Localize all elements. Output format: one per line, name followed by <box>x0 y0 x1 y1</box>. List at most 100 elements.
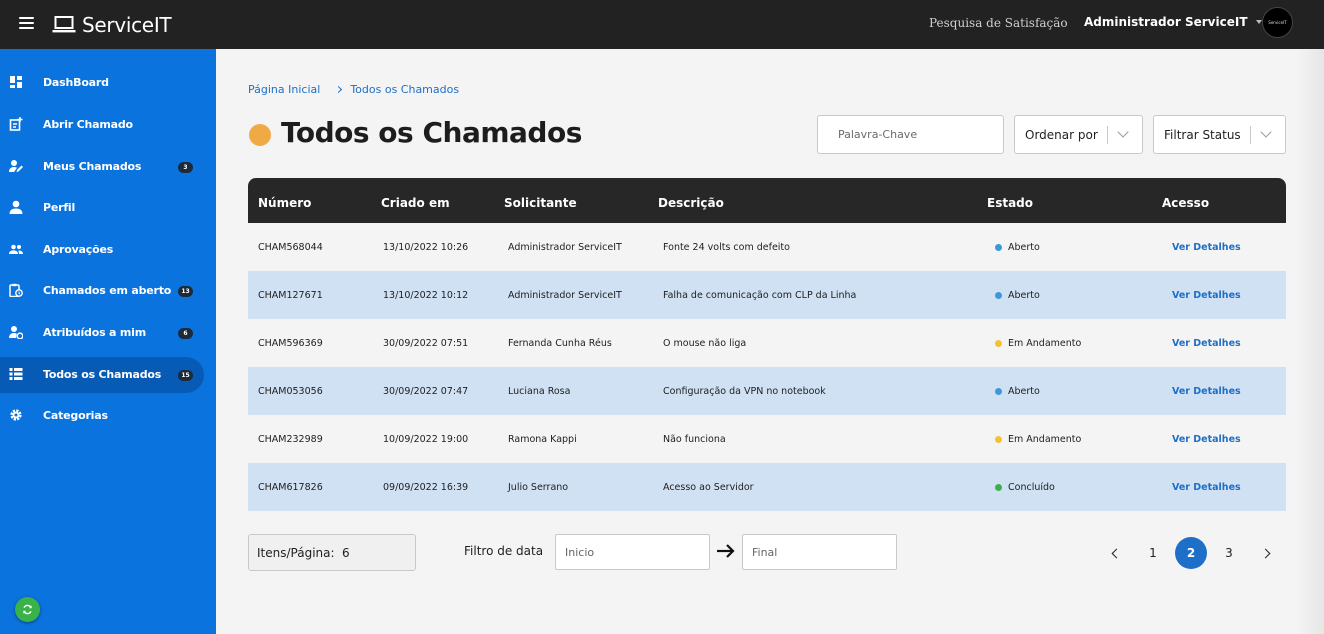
status-filter-label: Filtrar Status <box>1164 128 1241 142</box>
count-badge: 13 <box>178 286 193 297</box>
status-dot-icon <box>995 436 1002 443</box>
cell-criado-em: 30/09/2022 07:51 <box>383 338 469 349</box>
cell-estado: Aberto <box>995 386 1040 397</box>
pagination-next-button[interactable] <box>1251 537 1283 569</box>
date-start-input[interactable] <box>555 534 710 570</box>
cell-descricao: O mouse não liga <box>663 338 747 349</box>
dashboard-icon <box>10 76 22 88</box>
ver-detalhes-link[interactable]: Ver Detalhes <box>1172 434 1241 445</box>
status-dot-icon <box>995 340 1002 347</box>
cell-criado-em: 09/09/2022 16:39 <box>383 482 469 493</box>
top-bar: ServiceIT Pesquisa de Satisfação Adminis… <box>0 0 1324 49</box>
user-gear-icon <box>9 326 23 339</box>
user-name: Administrador ServiceIT <box>1084 15 1248 29</box>
cell-numero: CHAM232989 <box>258 434 323 445</box>
ver-detalhes-link[interactable]: Ver Detalhes <box>1172 242 1241 253</box>
cell-solicitante: Administrador ServiceIT <box>508 242 622 253</box>
order-by-select[interactable]: Ordenar por <box>1014 115 1143 154</box>
arrow-right-icon <box>717 544 735 558</box>
cell-estado: Aberto <box>995 290 1040 301</box>
ver-detalhes-link[interactable]: Ver Detalhes <box>1172 482 1241 493</box>
sidebar-item-perfil[interactable]: Perfil <box>0 190 204 226</box>
person-icon <box>9 200 23 214</box>
sidebar-item-label: Perfil <box>43 201 76 214</box>
cell-criado-em: 13/10/2022 10:26 <box>383 242 469 253</box>
sidebar-item-abrir-chamado[interactable]: Abrir Chamado <box>0 107 204 143</box>
column-header-acesso[interactable]: Acesso <box>1162 196 1209 210</box>
search-input[interactable] <box>817 115 1004 154</box>
cell-numero: CHAM053056 <box>258 386 323 397</box>
chevron-down-icon <box>1117 126 1129 138</box>
cell-descricao: Fonte 24 volts com defeito <box>663 242 790 253</box>
cell-solicitante: Administrador ServiceIT <box>508 290 622 301</box>
sidebar-item-categorias[interactable]: Categorias <box>0 398 204 434</box>
sidebar-item-aprovacoes[interactable]: Aprovações <box>0 232 204 268</box>
sidebar-item-label: Abrir Chamado <box>43 118 133 131</box>
cell-descricao: Não funciona <box>663 434 726 445</box>
cell-numero: CHAM596369 <box>258 338 323 349</box>
user-menu[interactable]: Administrador ServiceIT <box>1084 15 1262 29</box>
cell-criado-em: 30/09/2022 07:47 <box>383 386 469 397</box>
sidebar: DashBoard Abrir Chamado Meus Chamados 3 … <box>0 49 216 634</box>
cell-descricao: Falha de comunicação com CLP da Linha <box>663 290 857 301</box>
content-edge-shadow <box>1296 49 1324 634</box>
people-icon <box>9 244 23 254</box>
ver-detalhes-link[interactable]: Ver Detalhes <box>1172 338 1241 349</box>
status-dot-icon <box>995 388 1002 395</box>
column-header-numero[interactable]: Número <box>258 196 311 210</box>
sidebar-item-atribuidos-a-mim[interactable]: Atribuídos a mim 6 <box>0 315 204 351</box>
column-header-descricao[interactable]: Descrição <box>658 196 724 210</box>
table-row: CHAM053056 30/09/2022 07:47 Luciana Rosa… <box>248 367 1286 415</box>
pagination-page-1[interactable]: 1 <box>1137 537 1169 569</box>
brand-name[interactable]: ServiceIT <box>82 13 172 37</box>
sidebar-item-label: Categorias <box>43 409 108 422</box>
sidebar-item-chamados-em-aberto[interactable]: Chamados em aberto 13 <box>0 273 204 309</box>
table-row: CHAM596369 30/09/2022 07:51 Fernanda Cun… <box>248 319 1286 367</box>
ver-detalhes-link[interactable]: Ver Detalhes <box>1172 290 1241 301</box>
cell-solicitante: Luciana Rosa <box>508 386 571 397</box>
cell-estado: Em Andamento <box>995 434 1081 445</box>
pagination-page-2[interactable]: 2 <box>1175 537 1207 569</box>
sidebar-item-dashboard[interactable]: DashBoard <box>0 65 204 101</box>
sidebar-item-label: DashBoard <box>43 76 109 89</box>
chevron-right-icon <box>335 85 343 94</box>
status-text: Em Andamento <box>1008 434 1082 445</box>
avatar[interactable]: ServiceIT <box>1262 7 1293 38</box>
items-per-page-select[interactable]: Itens/Página: 6 <box>248 534 416 571</box>
status-filter-select[interactable]: Filtrar Status <box>1153 115 1286 154</box>
cell-solicitante: Ramona Kappi <box>508 434 577 445</box>
status-text: Em Andamento <box>1008 338 1082 349</box>
sidebar-item-todos-os-chamados[interactable]: Todos os Chamados 15 <box>0 357 204 393</box>
breadcrumb-current[interactable]: Todos os Chamados <box>350 83 459 96</box>
list-icon <box>9 368 23 380</box>
cell-estado: Aberto <box>995 242 1040 253</box>
date-filter-label: Filtro de data <box>464 544 544 558</box>
column-header-criado-em[interactable]: Criado em <box>381 196 450 210</box>
gear-icon <box>10 409 22 421</box>
breadcrumb-home-link[interactable]: Página Inicial <box>248 83 320 96</box>
status-text: Aberto <box>1008 386 1040 397</box>
clipboard-clock-icon <box>9 283 23 297</box>
ver-detalhes-link[interactable]: Ver Detalhes <box>1172 386 1241 397</box>
cell-estado: Em Andamento <box>995 338 1081 349</box>
date-end-input[interactable] <box>742 534 897 570</box>
sidebar-item-meus-chamados[interactable]: Meus Chamados 3 <box>0 149 204 185</box>
table-header: Número Criado em Solicitante Descrição E… <box>248 178 1286 223</box>
refresh-icon <box>23 604 32 615</box>
status-text: Concluído <box>1008 482 1055 493</box>
menu-icon[interactable] <box>19 17 34 29</box>
pagination-page-3[interactable]: 3 <box>1213 537 1245 569</box>
cell-numero: CHAM617826 <box>258 482 323 493</box>
survey-link[interactable]: Pesquisa de Satisfação <box>929 16 1068 30</box>
column-header-solicitante[interactable]: Solicitante <box>504 196 577 210</box>
column-header-estado[interactable]: Estado <box>987 196 1033 210</box>
cell-descricao: Acesso ao Servidor <box>663 482 754 493</box>
status-text: Aberto <box>1008 290 1040 301</box>
select-divider <box>1250 126 1251 144</box>
count-badge: 6 <box>178 328 193 339</box>
page-title: Todos os Chamados <box>281 116 582 149</box>
table-row: CHAM232989 10/09/2022 19:00 Ramona Kappi… <box>248 415 1286 463</box>
pagination-prev-button[interactable] <box>1099 537 1131 569</box>
cell-estado: Concluído <box>995 482 1055 493</box>
refresh-button[interactable] <box>15 597 40 622</box>
